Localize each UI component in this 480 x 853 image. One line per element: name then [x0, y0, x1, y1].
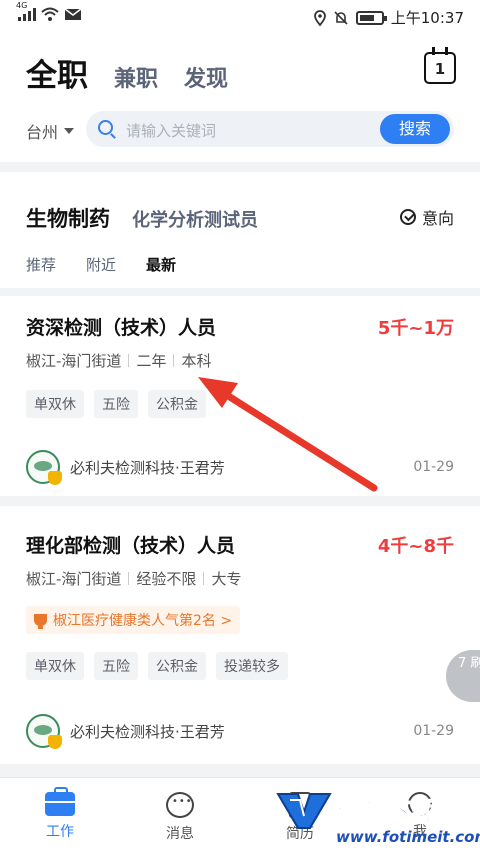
- briefcase-icon: [45, 787, 75, 816]
- nav-messages[interactable]: 消息: [120, 778, 240, 853]
- watermark-logo-icon: [276, 793, 332, 829]
- nav-work[interactable]: 工作: [0, 778, 120, 853]
- watermark: 清源下载站 www.fotimeit.com: [276, 786, 480, 852]
- annotation-arrow: [198, 377, 378, 492]
- watermark-name: 清源下载站: [334, 798, 459, 827]
- chat-bubble-icon: [166, 792, 194, 818]
- watermark-url: www.fotimeit.com: [336, 828, 480, 846]
- nav-work-label: 工作: [46, 824, 74, 840]
- nav-messages-label: 消息: [166, 826, 194, 842]
